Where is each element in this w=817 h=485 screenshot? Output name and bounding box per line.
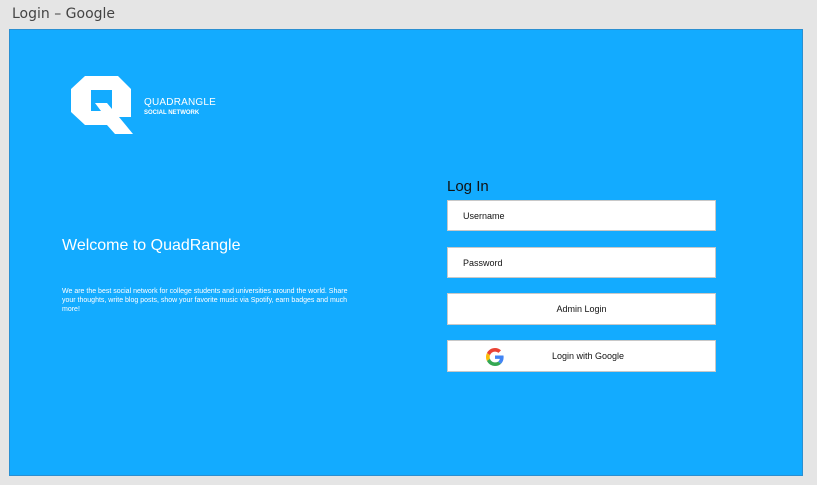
username-field-container (447, 200, 716, 231)
brand-tagline: SOCIAL NETWORK (144, 110, 200, 116)
google-login-label: Login with Google (552, 351, 625, 361)
welcome-title: Welcome to QuadRangle (62, 237, 241, 254)
window-title: Login – Google (12, 6, 116, 22)
admin-login-label: Admin Login (556, 304, 607, 314)
quadrangle-logo-icon (71, 76, 133, 134)
login-heading: Log In (447, 178, 489, 195)
login-page: QUADRANGLE SOCIAL NETWORK Welcome to Qua… (9, 29, 803, 476)
password-input[interactable] (448, 248, 715, 277)
google-icon (486, 348, 504, 366)
brand-name: QUADRANGLE (144, 97, 217, 108)
welcome-description: We are the best social network for colle… (62, 288, 348, 313)
admin-login-button[interactable]: Admin Login (447, 293, 716, 325)
google-login-button[interactable]: Login with Google (447, 340, 716, 372)
password-field-container (447, 247, 716, 278)
username-input[interactable] (448, 201, 715, 230)
